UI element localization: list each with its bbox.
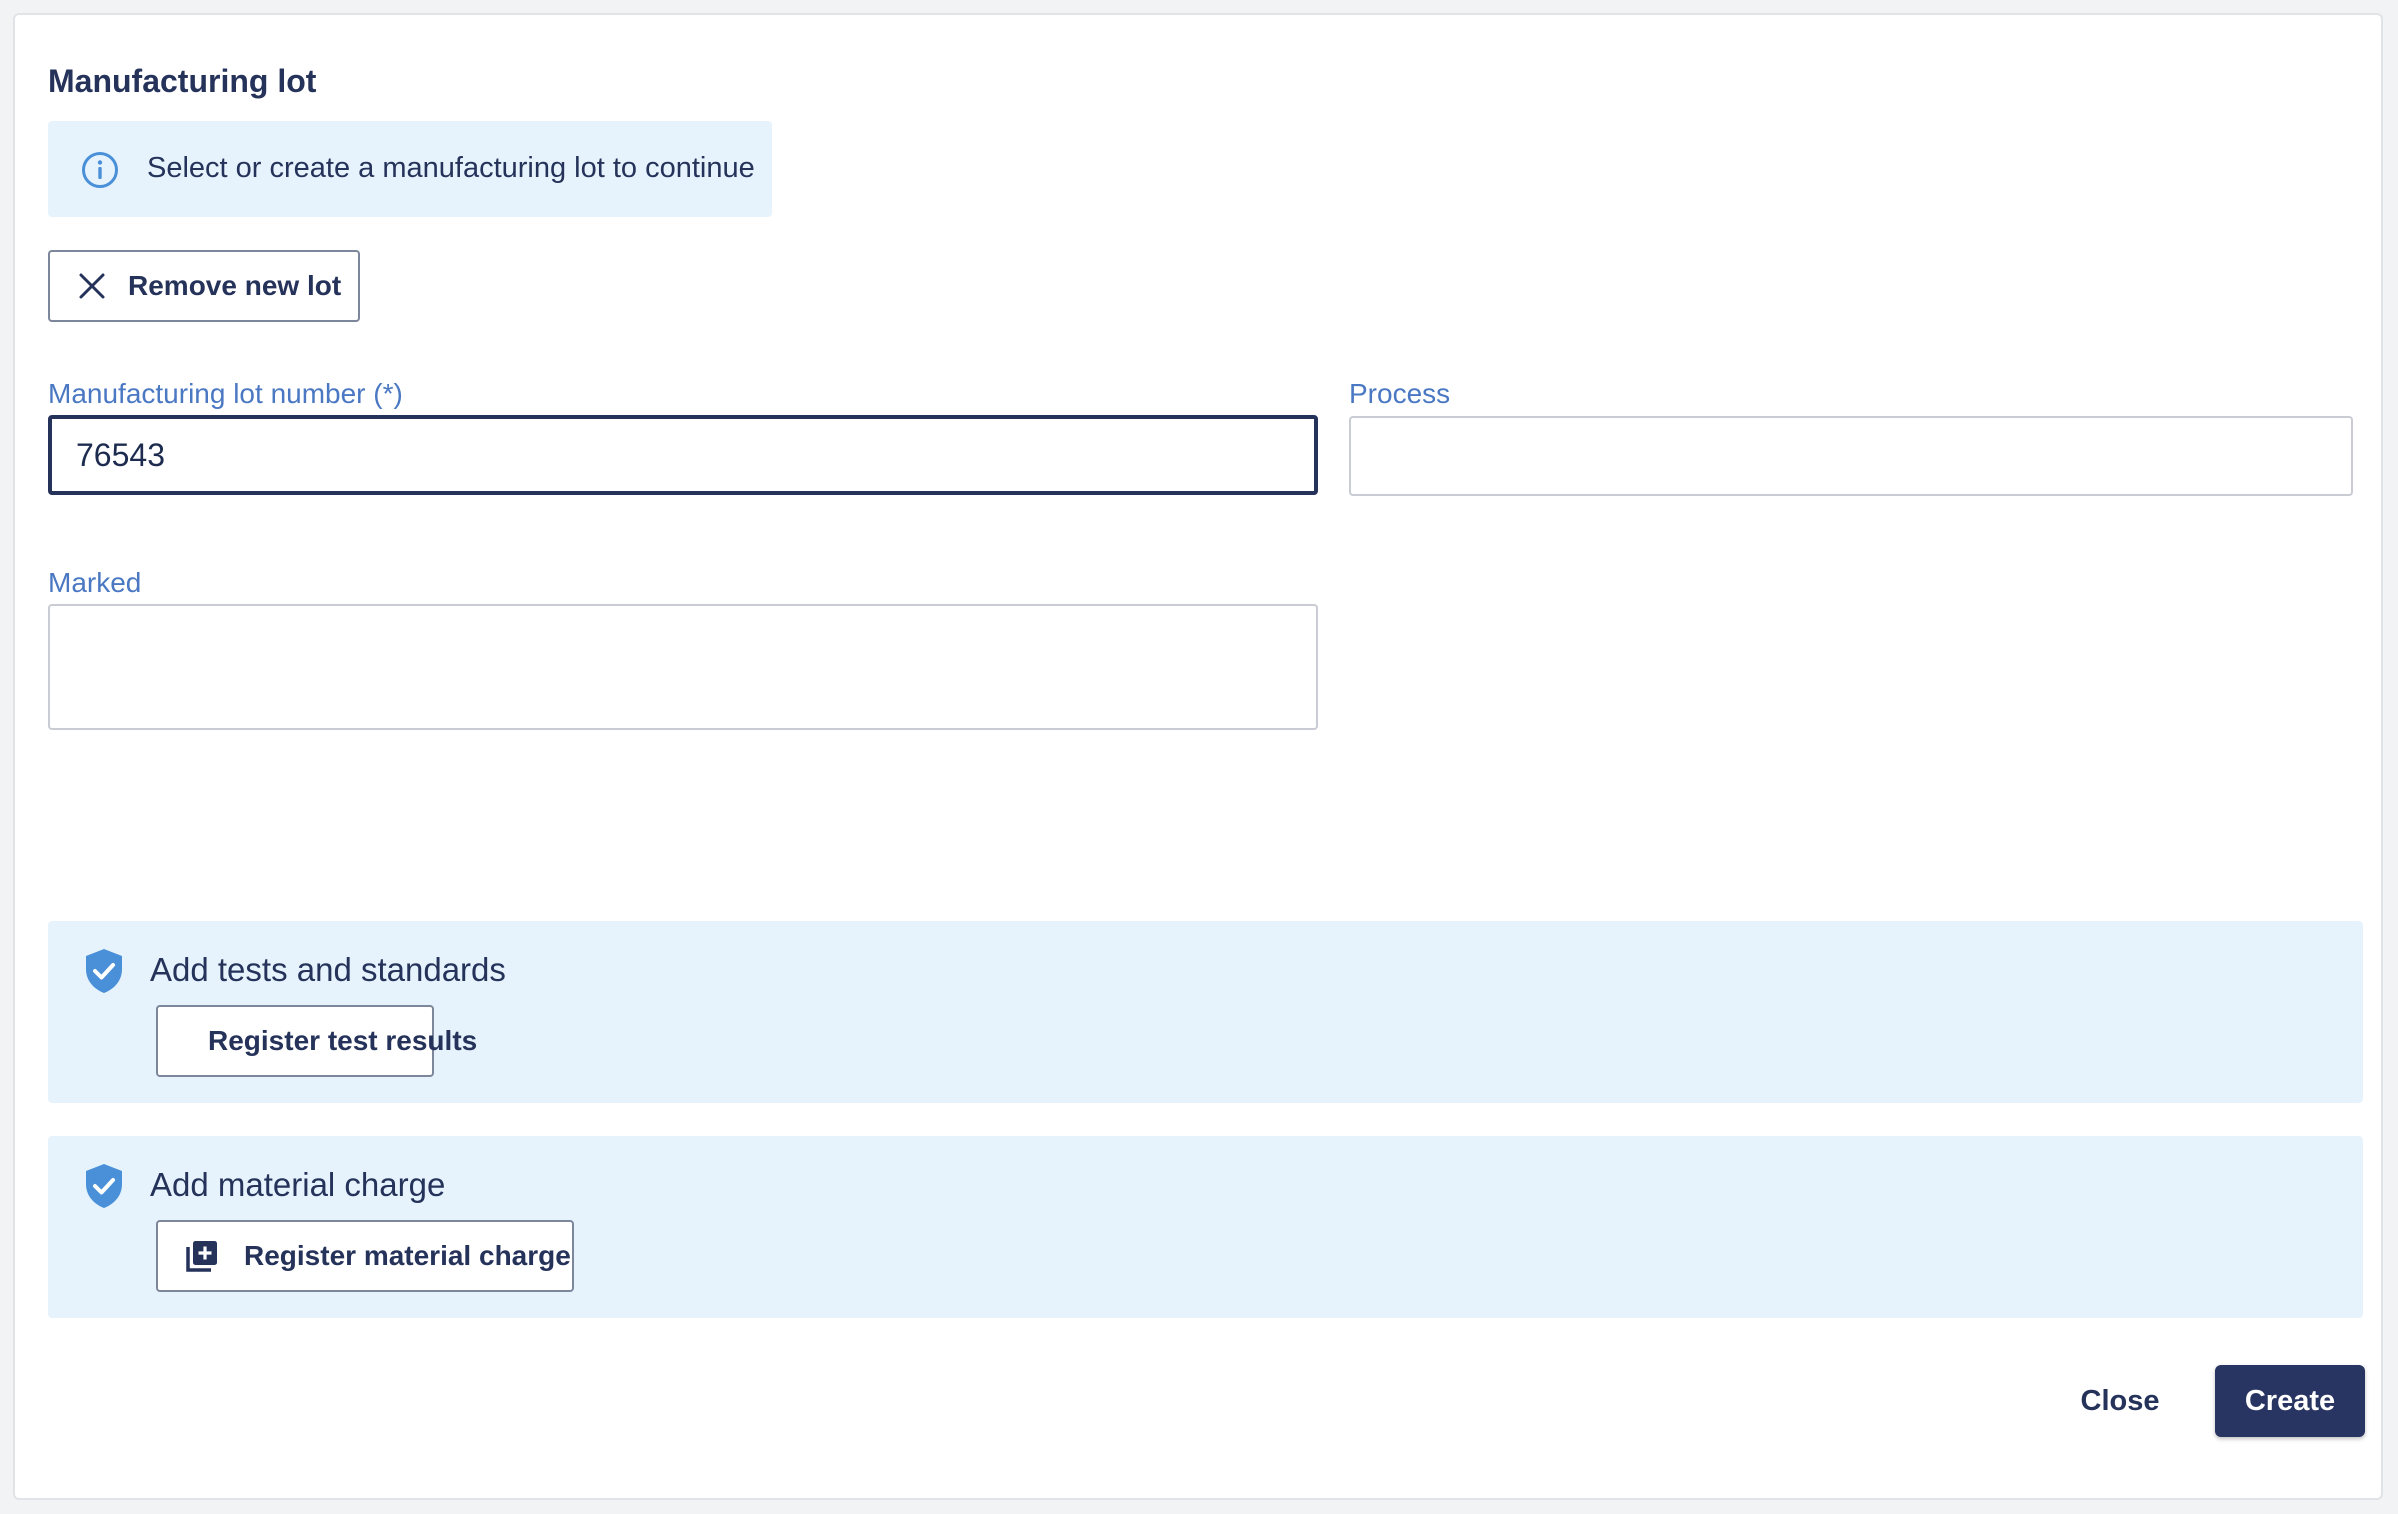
marked-label: Marked	[48, 567, 142, 598]
register-material-charge-button[interactable]: Register material charge	[156, 1220, 574, 1292]
tests-standards-section: Add tests and standards Register test re…	[48, 921, 2363, 1103]
register-material-charge-label: Register material charge	[244, 1240, 571, 1271]
info-circle-icon	[82, 152, 118, 188]
close-icon	[79, 273, 105, 299]
material-charge-title: Add material charge	[150, 1166, 446, 1203]
register-test-results-button[interactable]: Register test results	[156, 1005, 477, 1077]
process-input[interactable]	[1349, 416, 2353, 496]
tests-standards-title: Add tests and standards	[150, 951, 506, 988]
marked-input[interactable]	[48, 604, 1318, 730]
lot-number-label: Manufacturing lot number (*)	[48, 378, 403, 409]
add-box-icon	[186, 1241, 217, 1272]
material-charge-section: Add material charge Register material ch…	[48, 1136, 2363, 1318]
create-button[interactable]: Create	[2215, 1365, 2365, 1437]
shield-check-icon	[86, 1164, 122, 1208]
process-label: Process	[1349, 378, 1451, 409]
info-banner: Select or create a manufacturing lot to …	[48, 121, 772, 217]
lot-number-input[interactable]	[48, 415, 1318, 495]
info-message: Select or create a manufacturing lot to …	[147, 152, 755, 184]
close-button[interactable]: Close	[2055, 1365, 2185, 1437]
shield-check-icon	[86, 949, 122, 993]
dialog-title: Manufacturing lot	[48, 63, 317, 99]
manufacturing-lot-dialog: Manufacturing lot Select or create a man…	[13, 13, 2383, 1500]
remove-new-lot-label: Remove new lot	[128, 270, 342, 301]
remove-new-lot-button[interactable]: Remove new lot	[48, 250, 360, 322]
register-test-results-label: Register test results	[208, 1025, 478, 1056]
